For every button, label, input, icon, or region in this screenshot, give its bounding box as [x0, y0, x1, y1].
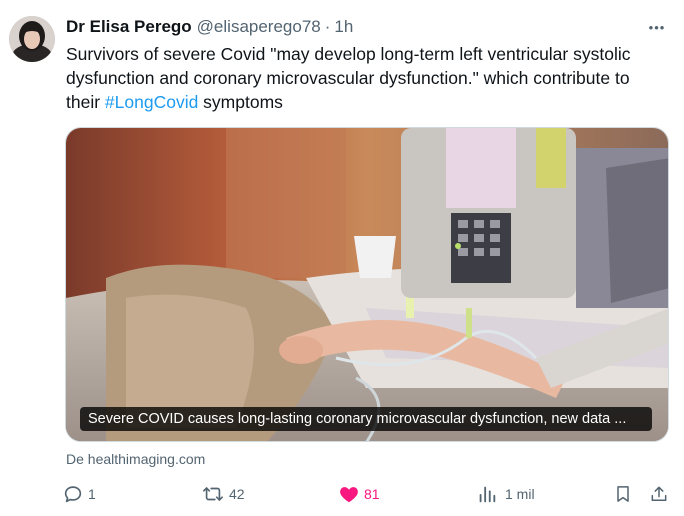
bookmark-icon	[617, 486, 629, 502]
post-text: Survivors of severe Covid "may develop l…	[66, 42, 666, 114]
repost-button[interactable]: 42	[201, 482, 245, 506]
views-icon	[479, 486, 496, 503]
author-name[interactable]: Dr Elisa Perego	[66, 17, 192, 37]
post-time[interactable]: 1h	[334, 17, 353, 37]
hashtag-link[interactable]: #LongCovid	[105, 92, 198, 112]
like-button[interactable]: 81	[338, 482, 380, 506]
dot-separator: ·	[324, 17, 331, 36]
avatar[interactable]	[9, 16, 55, 62]
reply-button[interactable]: 1	[62, 482, 96, 506]
author-handle[interactable]: @elisaperego78	[197, 17, 321, 37]
more-options-button[interactable]: •••	[644, 15, 670, 39]
card-source[interactable]: De healthimaging.com	[66, 451, 205, 467]
bookmark-button[interactable]	[613, 482, 633, 506]
reply-count: 1	[88, 486, 96, 502]
repost-count: 42	[229, 486, 245, 502]
tweet-header: Dr Elisa Perego @elisaperego78 · 1h	[66, 15, 664, 39]
views-button[interactable]: 1 mil	[476, 482, 535, 506]
share-button[interactable]	[649, 482, 669, 506]
reply-icon	[64, 486, 82, 503]
share-icon	[651, 486, 667, 501]
link-card[interactable]	[65, 127, 669, 442]
card-caption[interactable]: Severe COVID causes long-lasting coronar…	[80, 407, 652, 431]
like-count: 81	[364, 486, 380, 502]
repost-icon	[203, 487, 223, 501]
card-image	[66, 128, 668, 441]
more-icon: •••	[648, 19, 666, 35]
action-bar: 1 42 81 1 mil	[62, 482, 674, 506]
views-count: 1 mil	[505, 486, 535, 502]
post-body-end: symptoms	[198, 92, 283, 112]
heart-icon	[340, 487, 358, 503]
